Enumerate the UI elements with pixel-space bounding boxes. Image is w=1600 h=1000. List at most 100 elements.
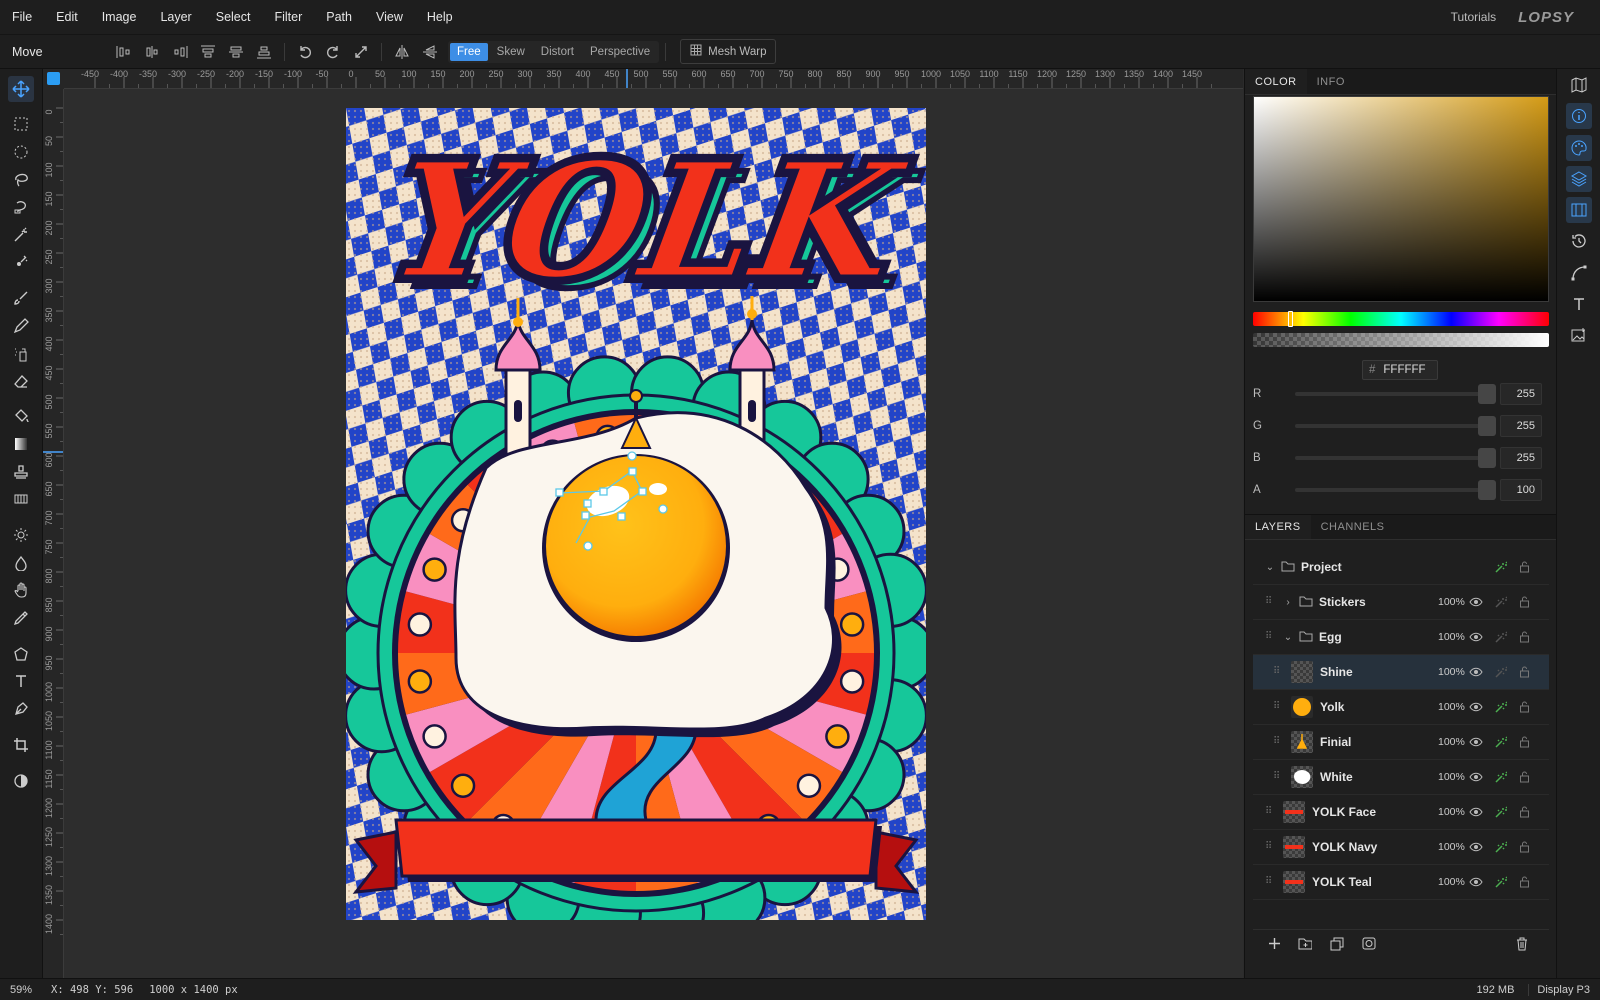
drag-handle-icon[interactable]: ⠿	[1273, 666, 1281, 678]
effects-icon[interactable]	[1493, 595, 1507, 609]
layer-row-white[interactable]: ⠿ White 100%	[1253, 760, 1549, 795]
hue-handle[interactable]	[1288, 311, 1293, 327]
effects-icon[interactable]	[1493, 805, 1507, 819]
eye-icon[interactable]	[1469, 735, 1483, 749]
brush-icon[interactable]	[8, 285, 34, 311]
channel-r-slider[interactable]	[1295, 384, 1496, 404]
yolk[interactable]	[546, 456, 726, 636]
expand-icon[interactable]	[347, 40, 375, 64]
channel-r-value[interactable]: 255	[1500, 383, 1542, 405]
chevron-right-icon[interactable]: ›	[1281, 597, 1295, 608]
duplicate-icon[interactable]	[1330, 937, 1344, 951]
layer-opacity[interactable]: 100%	[1438, 596, 1465, 608]
slider-knob[interactable]	[1478, 384, 1496, 404]
canvas-area[interactable]: YOLK YOLK YOLK	[64, 89, 1243, 978]
vertical-ruler[interactable]: 0 50 100 150 200 250 300 350 400 450 500 550 600 650 7…	[43, 89, 64, 978]
effects-icon[interactable]	[1493, 735, 1507, 749]
hand-icon[interactable]	[8, 577, 34, 603]
horizontal-ruler[interactable]: -450 -400 -350 -300 -250 -200 -150 -100 -50 0 50 10…	[64, 69, 1243, 89]
slider-knob[interactable]	[1478, 416, 1496, 436]
layer-opacity[interactable]: 100%	[1438, 771, 1465, 783]
lasso-icon[interactable]	[8, 166, 34, 192]
eye-icon[interactable]	[1469, 805, 1483, 819]
channel-a-value[interactable]: 100	[1500, 479, 1542, 501]
quick-select-icon[interactable]	[8, 249, 34, 275]
lock-icon[interactable]	[1517, 700, 1531, 714]
mask-icon[interactable]	[1362, 937, 1376, 951]
palette-icon[interactable]	[1566, 135, 1592, 161]
map-icon[interactable]	[1566, 72, 1592, 98]
menu-filter[interactable]: Filter	[262, 10, 314, 24]
drag-handle-icon[interactable]: ⠿	[1273, 771, 1281, 783]
add-layer-icon[interactable]	[1267, 937, 1281, 951]
alpha-slider[interactable]	[1253, 333, 1549, 347]
dodge-icon[interactable]	[8, 522, 34, 548]
crop-icon[interactable]	[8, 732, 34, 758]
effects-icon[interactable]	[1493, 560, 1507, 574]
layer-opacity[interactable]: 100%	[1438, 631, 1465, 643]
slider-knob[interactable]	[1478, 448, 1496, 468]
text-tool-icon[interactable]	[8, 668, 34, 694]
smudge-icon[interactable]	[8, 550, 34, 576]
lock-icon[interactable]	[1517, 735, 1531, 749]
channel-g-value[interactable]: 255	[1500, 415, 1542, 437]
layer-opacity[interactable]: 100%	[1438, 806, 1465, 818]
drag-handle-icon[interactable]: ⠿	[1265, 841, 1273, 853]
channels-icon[interactable]	[1566, 197, 1592, 223]
layer-row-yolk-face[interactable]: ⠿ YOLK Face 100%	[1253, 795, 1549, 830]
align-top-icon[interactable]	[194, 40, 222, 64]
drag-handle-icon[interactable]: ⠿	[1273, 701, 1281, 713]
mode-distort-button[interactable]: Distort	[534, 43, 581, 61]
layer-row-yolk-navy[interactable]: ⠿ YOLK Navy 100%	[1253, 830, 1549, 865]
paint-bucket-icon[interactable]	[8, 403, 34, 429]
eye-icon[interactable]	[1469, 840, 1483, 854]
menu-file[interactable]: File	[0, 10, 44, 24]
effects-icon[interactable]	[1493, 770, 1507, 784]
layer-opacity[interactable]: 100%	[1438, 841, 1465, 853]
layer-opacity[interactable]: 100%	[1438, 666, 1465, 678]
lock-icon[interactable]	[1517, 595, 1531, 609]
menu-select[interactable]: Select	[204, 10, 263, 24]
align-bottom-icon[interactable]	[250, 40, 278, 64]
gradient-icon[interactable]	[8, 431, 34, 457]
lock-icon[interactable]	[1517, 630, 1531, 644]
layer-row-yolk[interactable]: ⠿ Yolk 100%	[1253, 690, 1549, 725]
effects-icon[interactable]	[1493, 700, 1507, 714]
tab-channels[interactable]: CHANNELS	[1311, 515, 1395, 539]
layer-row-shine[interactable]: ⠿ Shine 100%	[1253, 655, 1549, 690]
layer-row-stickers[interactable]: ⠿ › Stickers 100%	[1253, 585, 1549, 620]
lock-icon[interactable]	[1517, 875, 1531, 889]
eye-icon[interactable]	[1469, 665, 1483, 679]
effects-icon[interactable]	[1493, 875, 1507, 889]
history-icon[interactable]	[1566, 228, 1592, 254]
menu-edit[interactable]: Edit	[44, 10, 90, 24]
align-center-h-icon[interactable]	[138, 40, 166, 64]
eye-icon[interactable]	[1469, 770, 1483, 784]
layer-opacity[interactable]: 100%	[1438, 876, 1465, 888]
tab-info[interactable]: INFO	[1307, 69, 1355, 94]
drag-handle-icon[interactable]: ⠿	[1265, 631, 1273, 643]
drag-handle-icon[interactable]: ⠿	[1265, 596, 1273, 608]
mesh-warp-button[interactable]: Mesh Warp	[680, 39, 777, 64]
slider-knob[interactable]	[1478, 480, 1496, 500]
pen-tool-icon[interactable]	[8, 696, 34, 722]
info-icon[interactable]	[1566, 103, 1592, 129]
hex-input[interactable]: # FFFFFF	[1362, 360, 1438, 380]
poster-artwork[interactable]: YOLK YOLK YOLK	[346, 108, 926, 920]
effects-icon[interactable]	[1493, 630, 1507, 644]
rect-select-icon[interactable]	[8, 111, 34, 137]
lock-icon[interactable]	[1517, 560, 1531, 574]
spray-icon[interactable]	[8, 341, 34, 367]
mode-perspective-button[interactable]: Perspective	[583, 43, 657, 61]
zoom-level[interactable]: 59%	[0, 984, 43, 996]
eye-icon[interactable]	[1469, 595, 1483, 609]
trash-icon[interactable]	[1515, 937, 1529, 951]
layer-row-yolk-teal[interactable]: ⠿ YOLK Teal 100%	[1253, 865, 1549, 900]
tab-layers[interactable]: LAYERS	[1245, 515, 1311, 539]
lock-icon[interactable]	[1517, 665, 1531, 679]
layer-row-finial[interactable]: ⠿ Finial 100%	[1253, 725, 1549, 760]
rotate-left-icon[interactable]	[291, 40, 319, 64]
menu-view[interactable]: View	[364, 10, 415, 24]
flip-horizontal-icon[interactable]	[388, 40, 416, 64]
drag-handle-icon[interactable]: ⠿	[1265, 806, 1273, 818]
